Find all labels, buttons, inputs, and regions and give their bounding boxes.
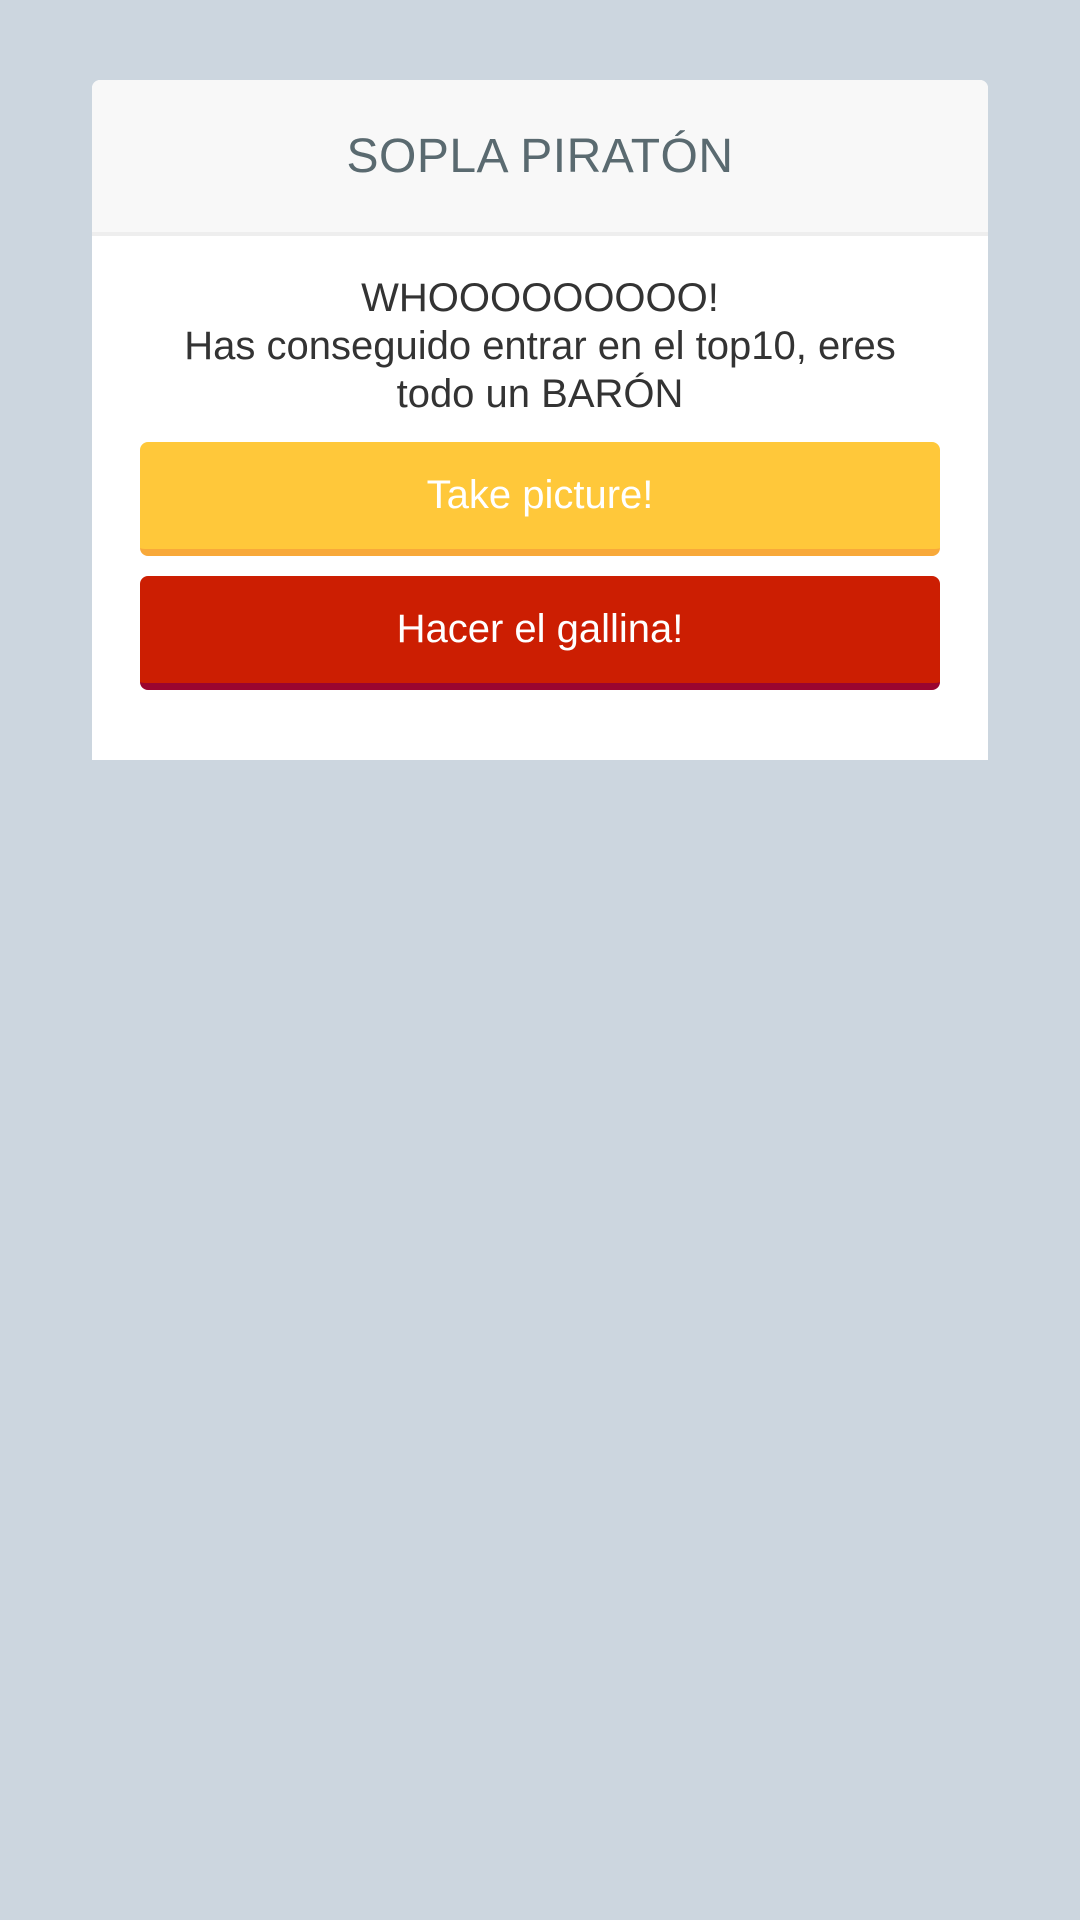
result-card: SOPLA PIRATÓN WHOOOOOOOOO! Has conseguid…	[92, 80, 988, 760]
chicken-out-button[interactable]: Hacer el gallina!	[140, 576, 940, 690]
congrats-text: Has conseguido entrar en el top10, eres …	[184, 324, 896, 416]
app-title: SOPLA PIRATÓN	[346, 129, 734, 183]
card-body: WHOOOOOOOOO! Has conseguido entrar en el…	[92, 236, 988, 690]
take-picture-button[interactable]: Take picture!	[140, 442, 940, 556]
congrats-message: WHOOOOOOOOO! Has conseguido entrar en el…	[140, 274, 940, 418]
card-header: SOPLA PIRATÓN	[92, 80, 988, 236]
congrats-exclamation: WHOOOOOOOOO!	[361, 276, 719, 320]
